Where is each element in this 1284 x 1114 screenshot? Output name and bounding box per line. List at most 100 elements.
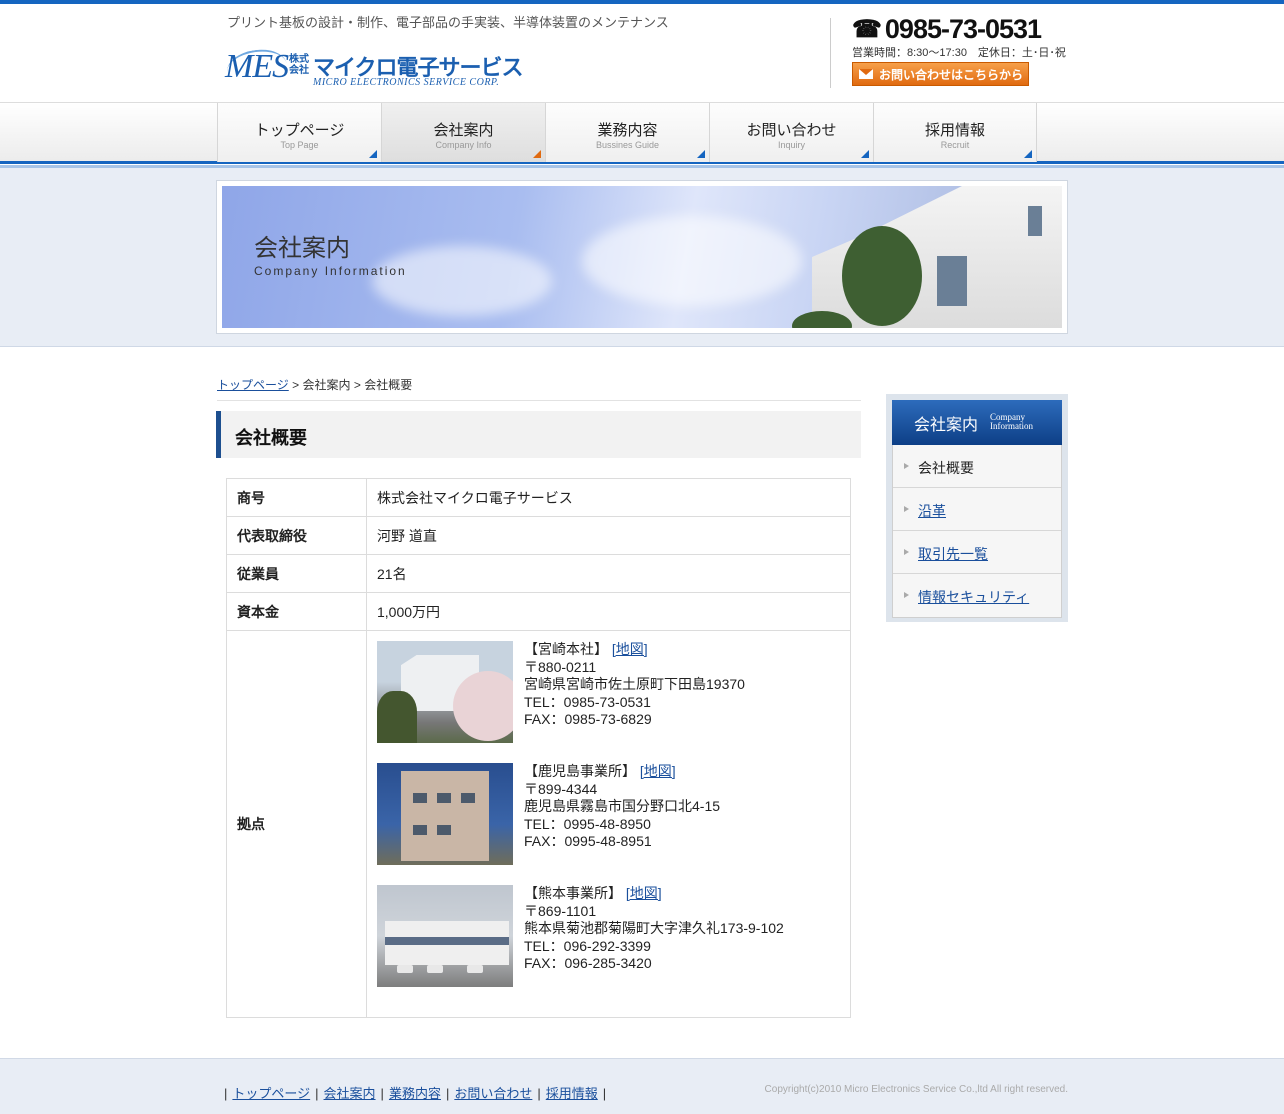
nav-sublabel: Recruit (940, 140, 970, 150)
breadcrumb-divider (217, 400, 861, 401)
phone-number: ☎ 0985-73-0531 (852, 14, 1042, 45)
building-window (937, 256, 967, 306)
office-address: 宮崎県宮崎市佐土原町下田島19370 (524, 676, 745, 692)
sidebar-item-overview[interactable]: 会社概要 (893, 445, 1061, 488)
office-postal: 〒880-0211 (524, 658, 597, 675)
nav-sublabel: Top Page (280, 140, 319, 150)
row-key: 代表取締役 (226, 516, 367, 555)
office-details: 【宮崎本社】 [地図] 〒880-0211 宮崎県宮崎市佐土原町下田島19370… (524, 641, 745, 743)
nav-item-recruit[interactable]: 採用情報 Recruit (873, 103, 1037, 162)
nav-item-company[interactable]: 会社案内 Company Info (381, 103, 545, 162)
footer-link-company[interactable]: 会社案内 (324, 1086, 376, 1101)
office-postal: 〒869-1101 (524, 902, 597, 919)
table-row: 資本金 1,000万円 (226, 592, 851, 631)
banner-title: 会社案内 (254, 235, 350, 262)
nav-label: トップページ (254, 122, 345, 139)
global-nav: トップページ Top Page 会社案内 Company Info 業務内容 B… (0, 102, 1284, 164)
sidebar-header: 会社案内 Company Information (892, 400, 1062, 445)
sidebar-item-history[interactable]: 沿革 (893, 488, 1061, 531)
row-value: 河野 道直 (366, 516, 851, 555)
footer-nav: | トップページ | 会社案内 | 業務内容 | お問い合わせ | 採用情報 | (224, 1086, 607, 1101)
page-banner-band: 会社案内 Company Information (0, 168, 1284, 347)
office-tel: TEL：096-292-3399 (524, 937, 651, 954)
logo-kabushiki: 株式会社 (289, 54, 309, 76)
contact-button[interactable]: お問い合わせはこちらから (852, 62, 1029, 86)
nav-item-inquiry[interactable]: お問い合わせ Inquiry (709, 103, 873, 162)
office-fax: FAX：096-285-3420 (524, 955, 652, 971)
sidebar-item-label[interactable]: 情報セキュリティ (918, 589, 1029, 605)
office-address: 鹿児島県霧島市国分野口北4-15 (524, 798, 721, 814)
cloud-shape (582, 216, 802, 306)
arrow-right-icon (904, 506, 909, 512)
table-row-bases: 拠点 【宮崎本社】 [地図] 〒880-0211 宮崎県宮崎市佐土原町下田島19… (226, 630, 851, 1018)
logo-english-name: MICRO ELECTRONICS SERVICE CORP. (313, 77, 500, 88)
nav-item-business[interactable]: 業務内容 Bussines Guide (545, 103, 709, 162)
bases-cell: 【宮崎本社】 [地図] 〒880-0211 宮崎県宮崎市佐土原町下田島19370… (366, 630, 851, 1018)
office-details: 【鹿児島事業所】 [地図] 〒899-4344 鹿児島県霧島市国分野口北4-15… (524, 763, 720, 865)
corner-triangle-icon (697, 150, 705, 158)
palm-tree-shape (842, 226, 922, 326)
company-logo[interactable]: MES 株式会社 マイクロ電子サービス MICRO ELECTRONICS SE… (224, 44, 525, 94)
sidebar-item-security[interactable]: 情報セキュリティ (893, 574, 1061, 617)
office-address: 熊本県菊池郡菊陽町大字津久礼173-9-102 (524, 920, 784, 936)
office-photo-miyazaki (377, 641, 513, 743)
banner-subtitle: Company Information (254, 264, 407, 278)
site-header: プリント基板の設計・制作、電子部品の手実装、半導体装置のメンテナンス MES 株… (0, 4, 1284, 102)
nav-label: 採用情報 (924, 122, 985, 139)
map-link[interactable]: [地図] (626, 885, 662, 901)
nav-label: お問い合わせ (746, 122, 837, 139)
breadcrumb-home-link[interactable]: トップページ (217, 378, 289, 392)
sidebar-title-en: Company Information (990, 412, 1033, 431)
row-key: 商号 (226, 478, 367, 517)
building-window (1028, 206, 1042, 236)
row-key: 拠点 (226, 630, 367, 1018)
arrow-right-icon (904, 592, 909, 598)
copyright: Copyright(c)2010 Micro Electronics Servi… (764, 1084, 1068, 1095)
breadcrumb-current: 会社概要 (364, 378, 413, 392)
telephone-icon: ☎ (852, 16, 882, 43)
row-key: 資本金 (226, 592, 367, 631)
sidebar-item-label[interactable]: 取引先一覧 (918, 546, 988, 562)
site-footer: | トップページ | 会社案内 | 業務内容 | お問い合わせ | 採用情報 | Copyright… (0, 1058, 1284, 1114)
corner-triangle-icon (369, 150, 377, 158)
office-fax: FAX：0985-73-6829 (524, 711, 652, 727)
sidebar-menu: 会社概要 沿革 取引先一覧 情報セキュリティ (892, 445, 1062, 618)
tagline: プリント基板の設計・制作、電子部品の手実装、半導体装置のメンテナンス (227, 15, 669, 30)
breadcrumb-level1: 会社案内 (302, 378, 351, 392)
table-row: 従業員 21名 (226, 554, 851, 593)
office-name: 【鹿児島事業所】 (524, 763, 636, 779)
footer-link-inquiry[interactable]: お問い合わせ (454, 1086, 532, 1101)
banner-image: 会社案内 Company Information (222, 186, 1062, 328)
office-kagoshima: 【鹿児島事業所】 [地図] 〒899-4344 鹿児島県霧島市国分野口北4-15… (377, 763, 840, 865)
phone-text: 0985-73-0531 (884, 14, 1042, 44)
logo-mes: MES (225, 48, 289, 85)
breadcrumb: トップページ > 会社案内 > 会社概要 (217, 376, 412, 393)
footer-link-top[interactable]: トップページ (232, 1086, 310, 1101)
business-hours: 営業時間：8:30～17:30 定休日：土･日･祝 (852, 47, 1066, 59)
cloud-shape (372, 246, 552, 316)
office-photo-kumamoto (377, 885, 513, 987)
page-banner: 会社案内 Company Information (216, 180, 1068, 334)
office-photo-kagoshima (377, 763, 513, 865)
nav-item-top[interactable]: トップページ Top Page (217, 103, 381, 162)
corner-triangle-icon (1024, 150, 1032, 158)
nav-sublabel: Inquiry (777, 140, 805, 150)
table-row: 代表取締役 河野 道直 (226, 516, 851, 555)
breadcrumb-separator: > (292, 378, 300, 392)
footer-link-business[interactable]: 業務内容 (389, 1086, 441, 1101)
office-miyazaki: 【宮崎本社】 [地図] 〒880-0211 宮崎県宮崎市佐土原町下田島19370… (377, 641, 840, 743)
company-info-table: 商号 株式会社マイクロ電子サービス 代表取締役 河野 道直 従業員 21名 資本… (226, 478, 851, 1018)
nav-sublabel: Company Info (435, 140, 492, 150)
page-title: 会社概要 (216, 411, 861, 458)
office-kumamoto: 【熊本事業所】 [地図] 〒869-1101 熊本県菊池郡菊陽町大字津久礼173… (377, 885, 840, 987)
map-link[interactable]: [地図] (640, 763, 676, 779)
nav-label: 会社案内 (433, 122, 494, 139)
row-value: 1,000万円 (366, 592, 851, 631)
sidebar-item-label[interactable]: 沿革 (918, 503, 946, 519)
footer-link-recruit[interactable]: 採用情報 (546, 1086, 598, 1101)
map-link[interactable]: [地図] (612, 641, 648, 657)
sidebar-item-clients[interactable]: 取引先一覧 (893, 531, 1061, 574)
sidebar-title: 会社案内 (914, 417, 979, 434)
office-name: 【宮崎本社】 (524, 641, 608, 657)
nav-sublabel: Bussines Guide (595, 140, 660, 150)
